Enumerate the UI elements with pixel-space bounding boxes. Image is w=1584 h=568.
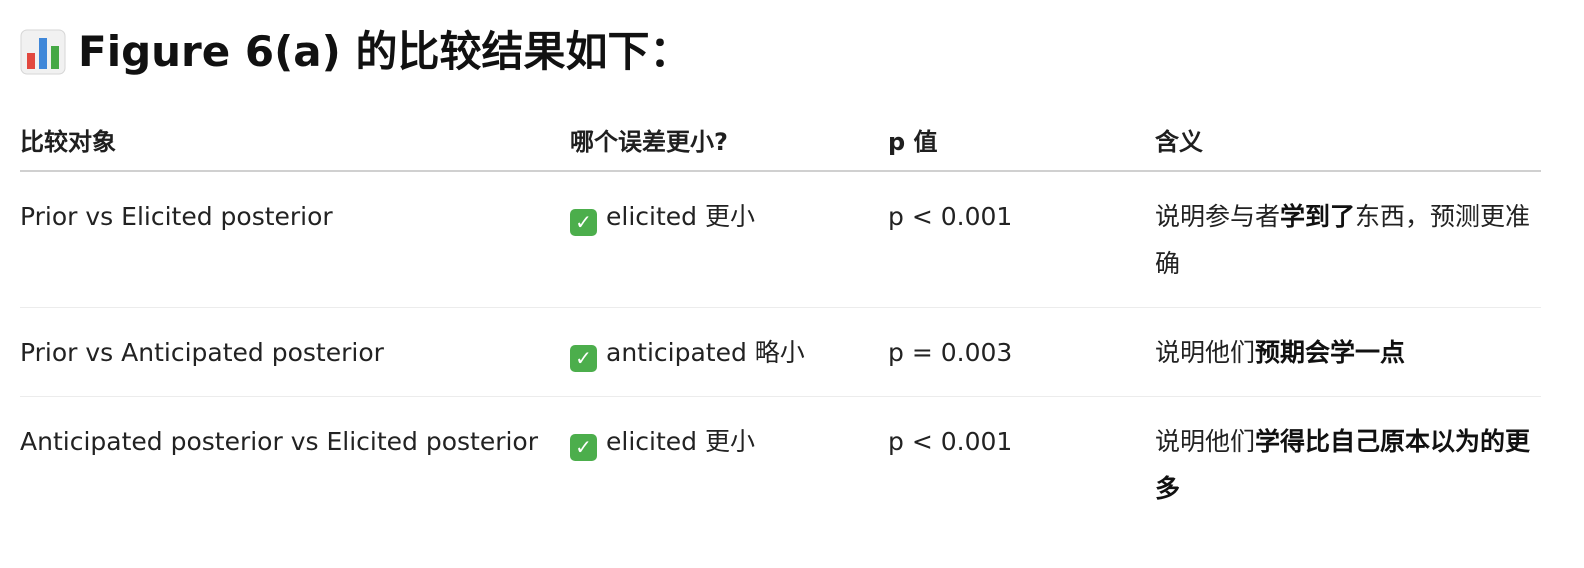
check-mark-icon: ✓ [570,433,597,461]
cell-p-value: p < 0.001 [888,171,1155,308]
bar-chart-icon [20,29,66,75]
section-title: Figure 6(a) 的比较结果如下： [78,27,692,76]
meaning-prefix: 说明他们 [1155,337,1256,367]
document: Figure 6(a) 的比较结果如下： 比较对象 哪个误差更小? p 值 含义… [0,0,1584,568]
cell-p-value: p = 0.003 [888,307,1155,397]
table-row: Anticipated posterior vs Elicited poster… [20,396,1541,532]
smaller-error-text: anticipated 略小 [606,337,805,367]
column-header-meaning: 含义 [1155,108,1541,172]
cell-meaning: 说明他们预期会学一点 [1155,307,1541,397]
table-row: Prior vs Anticipated posterior ✓ anticipa… [20,307,1541,397]
cell-comparison: Anticipated posterior vs Elicited poster… [20,426,539,456]
smaller-error-text: elicited 更小 [606,202,755,231]
cell-meaning: 说明参与者学到了东西，预测更准确 [1155,171,1541,308]
meaning-emphasis: 学到了 [1280,202,1356,231]
cell-comparison: Prior vs Anticipated posterior [20,307,570,397]
meaning-emphasis: 预期会学一点 [1255,337,1406,367]
meaning-prefix: 说明他们 [1155,426,1256,456]
smaller-error-text: elicited 更小 [606,426,755,456]
cell-smaller-error: ✓ elicited 更小 [570,171,888,308]
cell-smaller-error: ✓ anticipated 略小 [570,307,888,397]
check-mark-icon: ✓ [570,344,597,372]
table-header-row: 比较对象 哪个误差更小? p 值 含义 [20,108,1541,172]
column-header-comparison: 比较对象 [20,108,570,172]
section-heading: Figure 6(a) 的比较结果如下： [20,22,691,82]
column-header-p-value: p 值 [888,108,1155,172]
comparison-table: 比较对象 哪个误差更小? p 值 含义 Prior vs Elicited po… [20,108,1541,532]
check-mark-icon: ✓ [570,209,597,236]
table-row: Prior vs Elicited posterior ✓ elicited 更小… [20,171,1541,308]
meaning-prefix: 说明参与者 [1155,202,1281,231]
cell-comparison: Prior vs Elicited posterior [20,171,570,308]
cell-p-value: p < 0.001 [888,426,1013,456]
cell-smaller-error: ✓ elicited 更小 [570,396,888,532]
cell-meaning: 说明他们学得比自己原本以为的更多 [1155,396,1541,532]
column-header-smaller-error: 哪个误差更小? [570,108,888,172]
